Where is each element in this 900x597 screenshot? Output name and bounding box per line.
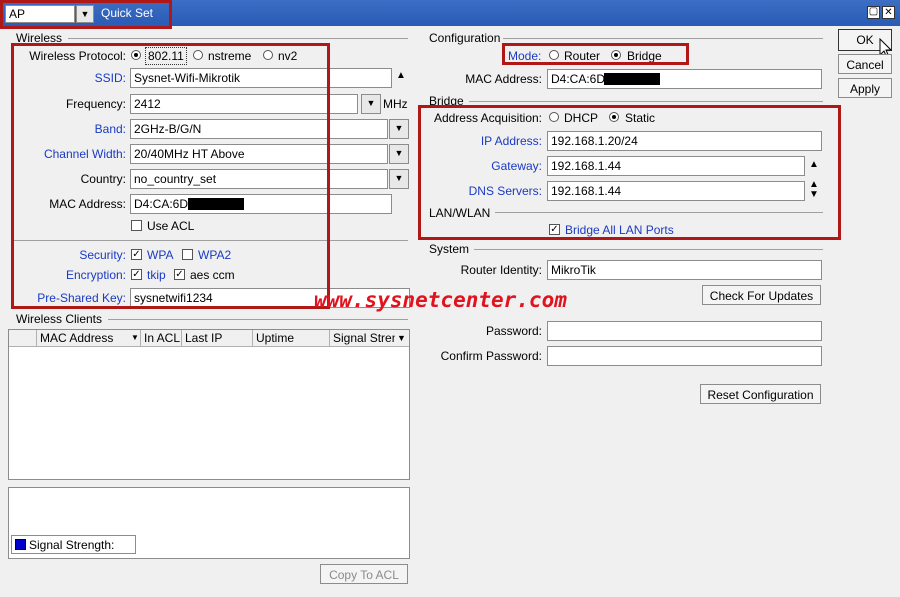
- frequency-dropdown-icon[interactable]: ▼: [361, 94, 381, 114]
- channel-width-dropdown-icon[interactable]: ▼: [389, 144, 409, 164]
- confirm-password-label: Confirm Password:: [440, 349, 542, 363]
- cancel-button[interactable]: Cancel: [838, 54, 892, 74]
- divider: [474, 249, 823, 250]
- band-dropdown-icon[interactable]: ▼: [389, 119, 409, 139]
- apply-button[interactable]: Apply: [838, 78, 892, 98]
- clients-table[interactable]: MAC Address ▼ In ACL Last IP Uptime Sign…: [8, 329, 410, 480]
- column-header-last-ip[interactable]: Last IP: [182, 330, 253, 347]
- clients-table-header: MAC Address ▼ In ACL Last IP Uptime Sign…: [9, 330, 409, 347]
- check-for-updates-button[interactable]: Check For Updates: [702, 285, 821, 305]
- watermark-text: www.sysnetcenter.com: [314, 288, 567, 312]
- divider: [108, 319, 408, 320]
- columns-dropdown-icon[interactable]: ▼: [397, 333, 406, 343]
- router-identity-input[interactable]: MikroTik: [547, 260, 822, 280]
- highlight-box: [11, 43, 330, 309]
- confirm-password-input[interactable]: [547, 346, 822, 366]
- router-identity-label: Router Identity:: [460, 263, 542, 277]
- signal-legend-swatch: [15, 539, 26, 550]
- copy-to-acl-button[interactable]: Copy To ACL: [320, 564, 408, 584]
- divider: [503, 38, 823, 39]
- config-mac-value: D4:CA:6D:: [551, 72, 609, 86]
- password-label: Password:: [485, 324, 542, 338]
- maximize-icon[interactable]: ▢: [867, 6, 880, 19]
- country-dropdown-icon[interactable]: ▼: [389, 169, 409, 189]
- system-section-title: System: [429, 242, 470, 256]
- reset-configuration-button[interactable]: Reset Configuration: [700, 384, 821, 404]
- column-header-uptime[interactable]: Uptime: [253, 330, 330, 347]
- config-mac-label: MAC Address:: [465, 72, 542, 86]
- highlight-box: [418, 105, 841, 240]
- password-input[interactable]: [547, 321, 822, 341]
- divider: [68, 38, 408, 39]
- column-header-signal[interactable]: Signal Stren: [330, 330, 395, 347]
- highlight-box: [0, 0, 172, 29]
- sort-dropdown-icon[interactable]: ▼: [131, 333, 139, 342]
- highlight-box: [502, 43, 689, 65]
- signal-legend-label: Signal Strength:: [29, 538, 115, 552]
- configuration-section-title: Configuration: [429, 31, 501, 45]
- redacted-mac: [604, 73, 660, 85]
- collapse-up-icon[interactable]: ▲: [396, 70, 406, 81]
- frequency-unit: MHz: [383, 97, 408, 111]
- config-mac-field: D4:CA:6D:: [547, 69, 822, 89]
- column-header-in-acl[interactable]: In ACL: [141, 330, 182, 347]
- wireless-clients-section-title: Wireless Clients: [16, 312, 103, 326]
- divider: [469, 101, 823, 102]
- close-icon[interactable]: ✕: [882, 6, 895, 19]
- column-header-mac[interactable]: MAC Address: [37, 330, 141, 347]
- column-header-blank: [9, 330, 37, 347]
- signal-legend: Signal Strength:: [11, 535, 136, 554]
